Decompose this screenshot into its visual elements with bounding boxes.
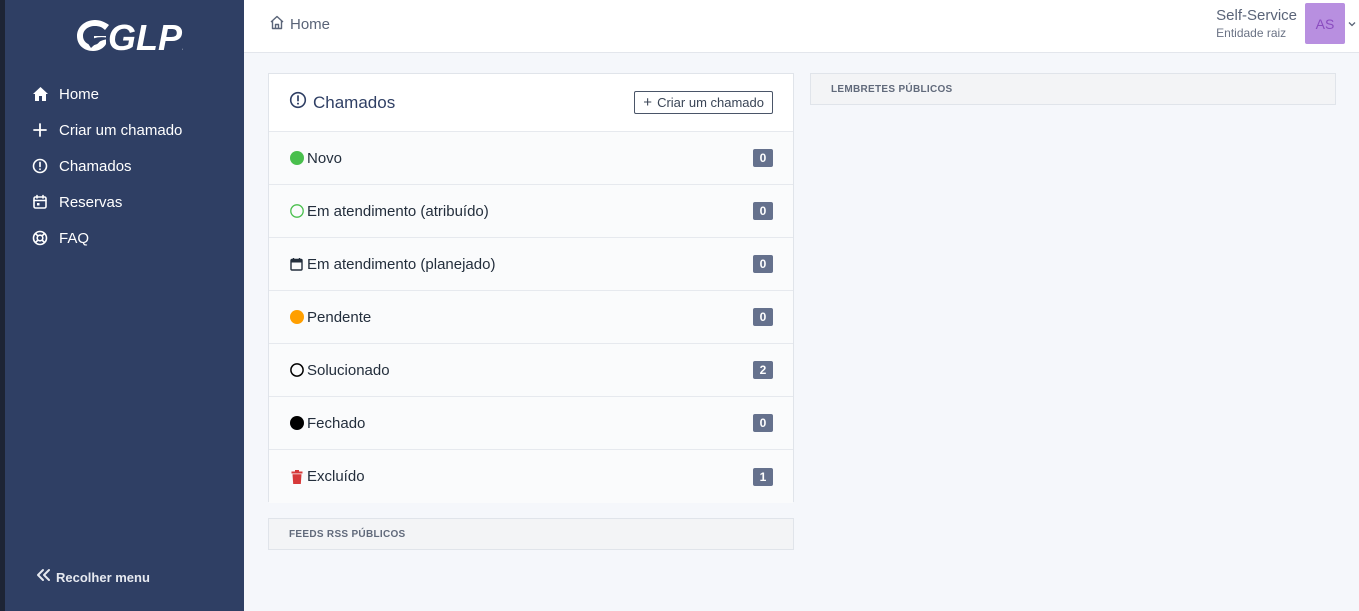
ticket-status-label: Em atendimento (planejado) [307, 255, 496, 273]
ticket-status-row-new[interactable]: Novo 0 [269, 132, 793, 185]
calendar-icon [31, 193, 49, 211]
tickets-card: Chamados + Criar um chamado Novo 0 Em at… [268, 73, 794, 503]
ticket-status-row-assigned[interactable]: Em atendimento (atribuído) 0 [269, 185, 793, 238]
ticket-count-badge: 0 [753, 414, 773, 432]
new-status-dot-icon [289, 151, 304, 166]
sidebar-item-faq[interactable]: FAQ [5, 220, 244, 256]
assigned-status-ring-icon [289, 204, 304, 219]
home-icon [31, 85, 49, 103]
user-profile: Self-Service [1216, 7, 1297, 24]
solved-status-ring-icon [289, 363, 304, 378]
alert-circle-icon [31, 157, 49, 175]
ticket-count-badge: 0 [753, 308, 773, 326]
public-reminders-panel-header[interactable]: LEMBRETES PÚBLICOS [810, 73, 1336, 105]
sidebar-item-home[interactable]: Home [5, 76, 244, 112]
sidebar-item-label: Home [59, 85, 100, 103]
ticket-count-badge: 0 [753, 255, 773, 273]
tickets-card-header: Chamados + Criar um chamado [269, 74, 793, 132]
collapse-menu-label: Recolher menu [56, 570, 150, 585]
ticket-status-label: Solucionado [307, 361, 390, 379]
tickets-card-title: Chamados [313, 92, 396, 112]
ticket-status-row-planned[interactable]: Em atendimento (planejado) 0 [269, 238, 793, 291]
sidebar-item-label: Chamados [59, 157, 132, 175]
sidebar: GLPI Home Criar um chamado Chamados R [5, 0, 244, 611]
home-outline-icon [269, 15, 285, 34]
ticket-status-label: Em atendimento (atribuído) [307, 202, 489, 220]
create-ticket-label: Criar um chamado [657, 95, 764, 110]
avatar[interactable]: AS [1305, 3, 1345, 44]
ticket-count-badge: 0 [753, 202, 773, 220]
double-chevron-left-icon [35, 568, 51, 587]
sidebar-item-label: FAQ [59, 229, 90, 247]
calendar-status-icon [289, 257, 304, 272]
create-ticket-button[interactable]: + Criar um chamado [634, 91, 773, 114]
trash-icon [289, 469, 304, 484]
plus-icon [31, 121, 49, 139]
ticket-status-label: Pendente [307, 308, 372, 326]
ticket-count-badge: 0 [753, 149, 773, 167]
breadcrumb[interactable]: Home [269, 15, 330, 34]
rss-feeds-panel-header[interactable]: FEEDS RSS PÚBLICOS [268, 518, 794, 550]
ticket-status-row-solved[interactable]: Solucionado 2 [269, 344, 793, 397]
user-menu[interactable]: Self-Service Entidade raiz AS [1216, 3, 1359, 44]
collapse-menu-button[interactable]: Recolher menu [35, 568, 150, 587]
pending-status-dot-icon [289, 310, 304, 325]
user-info: Self-Service Entidade raiz [1216, 7, 1297, 40]
breadcrumb-home: Home [290, 16, 331, 33]
user-entity: Entidade raiz [1216, 26, 1287, 40]
ticket-status-row-deleted[interactable]: Excluído 1 [269, 450, 793, 503]
ticket-count-badge: 1 [753, 467, 773, 486]
sidebar-item-reservations[interactable]: Reservas [5, 184, 244, 220]
ticket-status-row-pending[interactable]: Pendente 0 [269, 291, 793, 344]
ticket-status-label: Excluído [307, 468, 365, 485]
sidebar-item-tickets[interactable]: Chamados [5, 148, 244, 184]
alert-circle-icon [289, 91, 307, 114]
ticket-status-label: Novo [307, 149, 343, 167]
sidebar-item-label: Criar um chamado [59, 121, 183, 139]
sidebar-item-label: Reservas [59, 193, 123, 211]
glpi-logo[interactable]: GLPI [73, 14, 193, 60]
closed-status-dot-icon [289, 416, 304, 431]
plus-icon: + [643, 94, 653, 111]
ticket-status-row-closed[interactable]: Fechado 0 [269, 397, 793, 450]
top-header: Home Self-Service Entidade raiz AS [244, 0, 1359, 53]
chevron-down-icon[interactable] [1345, 21, 1359, 27]
sidebar-nav: Home Criar um chamado Chamados Reservas … [5, 76, 244, 256]
lifebuoy-icon [31, 229, 49, 247]
logo-text: GLPI [108, 17, 183, 58]
ticket-status-label: Fechado [307, 414, 366, 432]
sidebar-item-create-ticket[interactable]: Criar um chamado [5, 112, 244, 148]
ticket-count-badge: 2 [753, 361, 773, 379]
